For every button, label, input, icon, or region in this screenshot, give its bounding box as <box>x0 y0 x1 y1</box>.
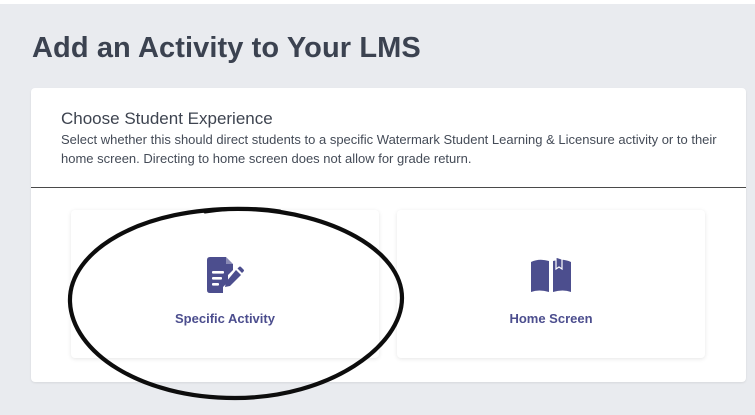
experience-card-header: Choose Student Experience Select whether… <box>31 88 746 188</box>
top-border <box>0 0 755 4</box>
home-screen-option[interactable]: Home Screen <box>397 210 705 358</box>
experience-card: Choose Student Experience Select whether… <box>31 88 746 382</box>
document-edit-icon <box>207 257 244 293</box>
home-screen-label: Home Screen <box>509 311 593 326</box>
page-title: Add an Activity to Your LMS <box>32 32 421 64</box>
open-book-icon <box>531 256 571 292</box>
specific-activity-label: Specific Activity <box>175 311 275 326</box>
specific-activity-option[interactable]: Specific Activity <box>71 210 379 358</box>
section-description: Select whether this should direct studen… <box>61 132 717 166</box>
section-title: Choose Student Experience <box>61 109 273 128</box>
